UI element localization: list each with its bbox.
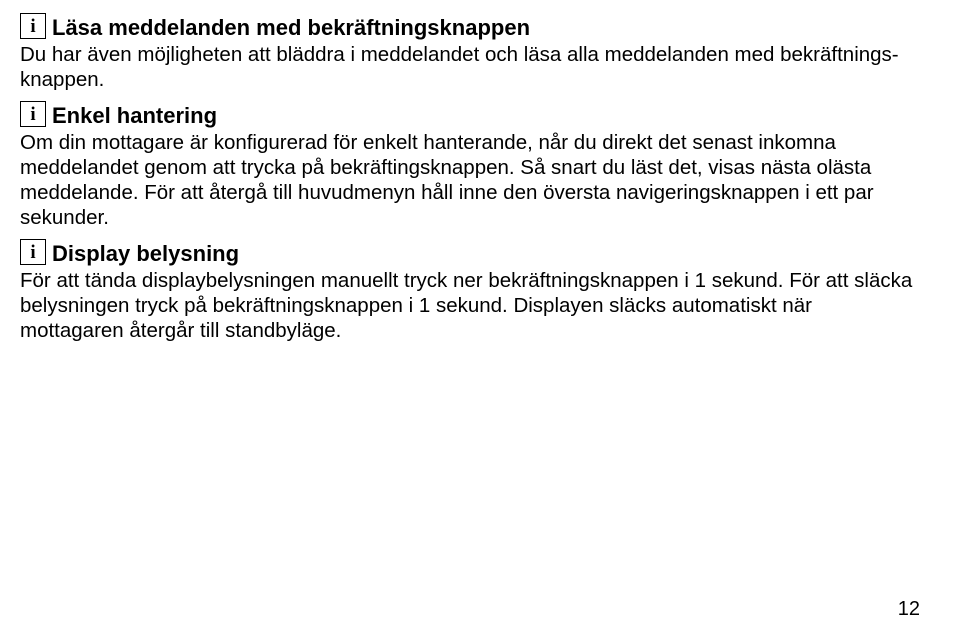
section-body: För att tända displaybelysningen manuell…: [20, 268, 920, 343]
heading-row: i Läsa meddelanden med bekräftningsknapp…: [20, 14, 920, 40]
page-number: 12: [898, 598, 920, 621]
section-2: i Enkel hantering Om din mottagare är ko…: [20, 102, 920, 230]
section-3: i Display belysning För att tända displa…: [20, 240, 920, 343]
info-icon: i: [20, 13, 46, 39]
section-body: Om din mottagare är konfigurerad för enk…: [20, 130, 920, 230]
heading-row: i Display belysning: [20, 240, 920, 266]
heading-row: i Enkel hantering: [20, 102, 920, 128]
section-1: i Läsa meddelanden med bekräftningsknapp…: [20, 14, 920, 92]
section-body: Du har även möjligheten att bläddra i me…: [20, 42, 920, 92]
section-heading: Enkel hantering: [52, 103, 217, 128]
section-heading: Display belysning: [52, 241, 239, 266]
section-heading: Läsa meddelanden med bekräftningsknappen: [52, 15, 530, 40]
info-icon: i: [20, 101, 46, 127]
info-icon: i: [20, 239, 46, 265]
